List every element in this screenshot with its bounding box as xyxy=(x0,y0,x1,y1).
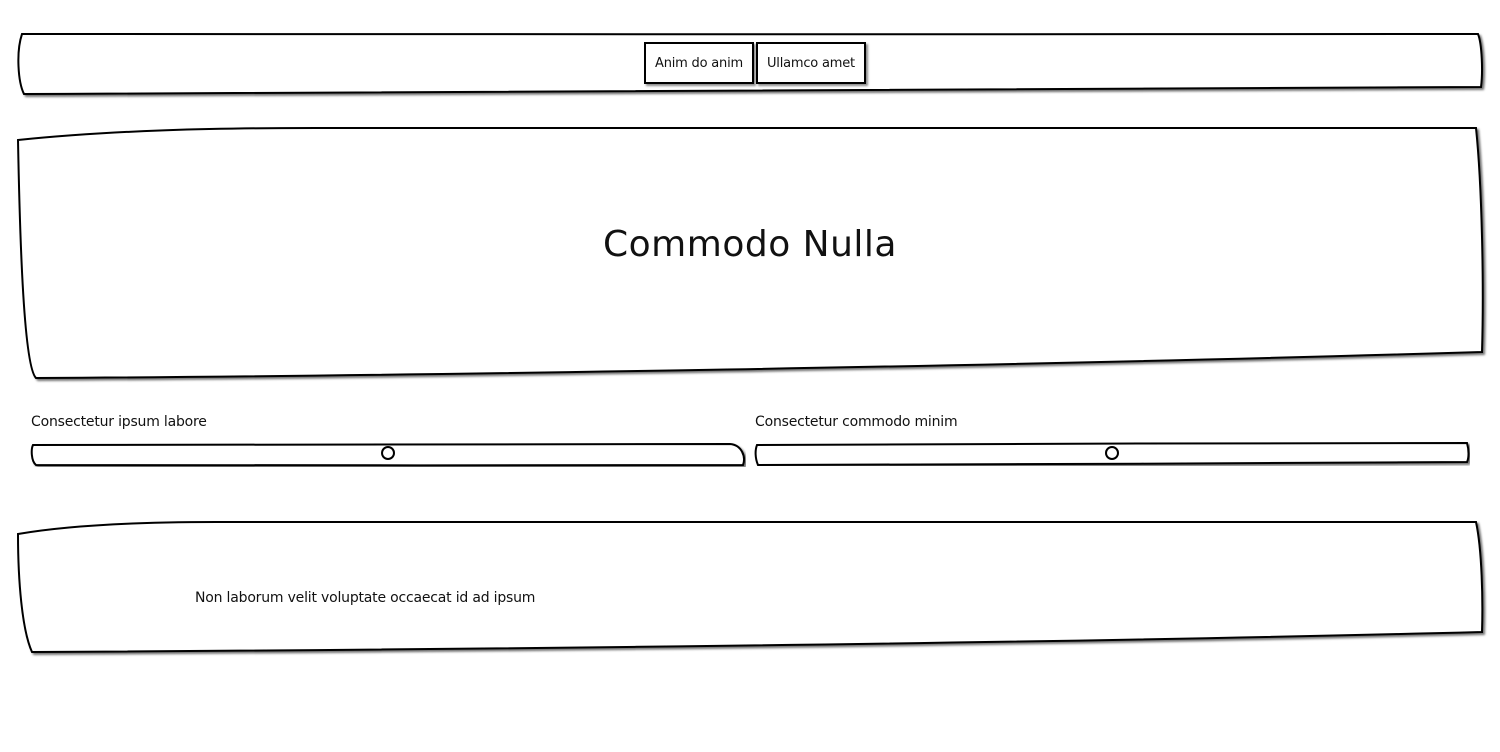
nav-button-group: Anim do anim Ullamco amet xyxy=(644,42,866,84)
nav-button-anim-do-anim[interactable]: Anim do anim xyxy=(644,42,754,84)
slider-1-thumb[interactable] xyxy=(381,446,395,460)
content-panel-outline xyxy=(16,521,1484,654)
content-panel-text: Non laborum velit voluptate occaecat id … xyxy=(195,590,536,606)
slider-2-thumb[interactable] xyxy=(1105,446,1119,460)
nav-button-ullamco-amet[interactable]: Ullamco amet xyxy=(755,42,866,84)
content-panel xyxy=(16,520,1484,654)
hero-title: Commodo Nulla xyxy=(603,224,897,265)
slider-2-label: Consectetur commodo minim xyxy=(755,414,958,430)
slider-1-label: Consectetur ipsum labore xyxy=(31,414,207,430)
